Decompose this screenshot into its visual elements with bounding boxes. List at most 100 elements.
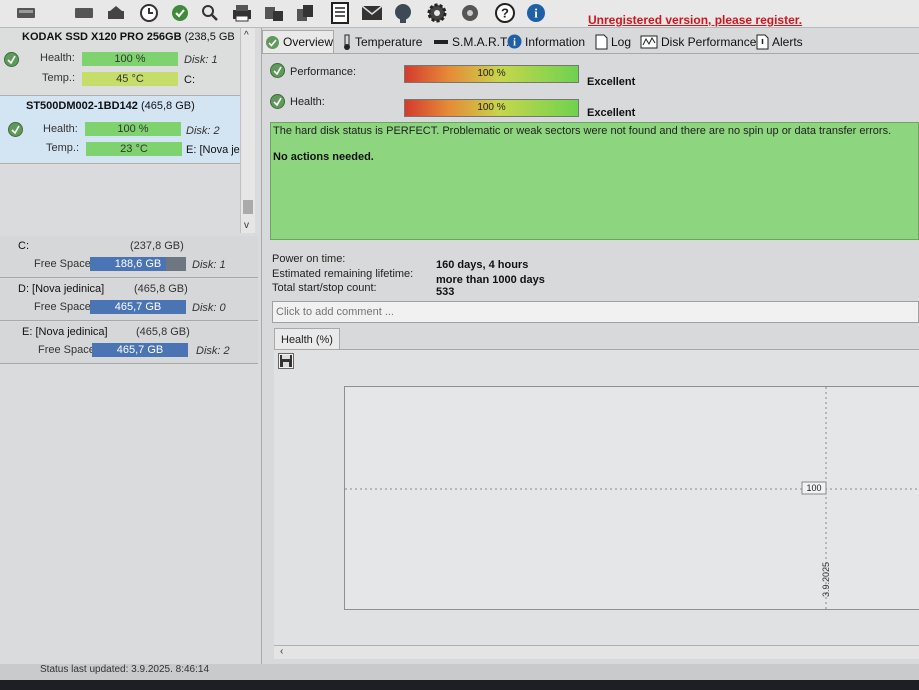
- free-space-label: Free Space: [34, 258, 91, 270]
- volume-disk: Disk: 2: [196, 345, 230, 357]
- mail-icon[interactable]: [360, 2, 384, 24]
- taskbar: [0, 680, 919, 690]
- disk-icon[interactable]: [14, 2, 38, 24]
- free-space-value: 465,7 GB: [116, 344, 164, 356]
- disk-card-selected[interactable]: ST500DM002-1BD142 (465,8 GB) Health: 100…: [0, 96, 240, 164]
- tab-alerts[interactable]: Alerts: [754, 30, 803, 53]
- tab-smart[interactable]: S.M.A.R.T.: [431, 30, 509, 53]
- temp-bar: 23 °C: [86, 142, 182, 156]
- settings-icon[interactable]: [458, 2, 482, 24]
- check-icon: [265, 35, 280, 50]
- thermometer-icon: [342, 34, 352, 50]
- lifetime-value: more than 1000 days: [436, 274, 545, 286]
- health-bar: 100 %: [82, 52, 178, 66]
- chevron-left-icon[interactable]: ‹: [280, 646, 283, 657]
- tab-label: Temperature: [355, 34, 423, 49]
- tools-icon[interactable]: [262, 2, 286, 24]
- search-icon[interactable]: [198, 2, 222, 24]
- volume-card[interactable]: E: [Nova jedinica] (465,8 GB) Free Space…: [0, 322, 258, 364]
- check-icon[interactable]: [168, 2, 192, 24]
- graph-scrollbar[interactable]: ‹: [274, 645, 919, 659]
- tab-label: Alerts: [772, 34, 803, 49]
- volume-size: (237,8 GB): [130, 240, 184, 252]
- ok-icon: [8, 122, 23, 137]
- clock-icon[interactable]: [137, 2, 161, 24]
- comment-input[interactable]: [272, 301, 919, 323]
- chevron-up-icon[interactable]: ^: [244, 30, 249, 41]
- chevron-down-icon[interactable]: v: [244, 220, 249, 231]
- power-on-label: Power on time:: [272, 253, 346, 265]
- volume-name: E: [Nova jedinica]: [22, 326, 108, 338]
- temp-label: Temp.:: [42, 72, 76, 84]
- save-icon[interactable]: [278, 353, 294, 369]
- temp-label: Temp.:: [46, 142, 80, 154]
- ok-icon: [270, 94, 285, 109]
- x-tick-label: 3.9.2025: [821, 562, 831, 597]
- toolbar: ? i Unregistered version, please registe…: [0, 0, 919, 28]
- disk-size: (465,8 GB): [140, 100, 195, 112]
- refresh-icon[interactable]: [104, 2, 128, 24]
- document-icon: [595, 34, 608, 50]
- temp-bar: 45 °C: [82, 72, 178, 86]
- list-icon[interactable]: [328, 2, 352, 24]
- disk-card[interactable]: KODAK SSD X120 PRO 256GB (238,5 GB Healt…: [0, 28, 240, 96]
- svg-text:i: i: [534, 6, 538, 21]
- tab-label: Information: [525, 34, 586, 49]
- alert-icon: [756, 34, 769, 50]
- mount-point: C:: [184, 74, 195, 86]
- tab-label: Overview: [283, 35, 334, 49]
- health-label: Health:: [43, 123, 78, 135]
- performance-rating: Excellent: [587, 76, 636, 88]
- disk-size: (238,5 GB: [184, 31, 235, 43]
- help-icon[interactable]: ?: [493, 2, 517, 24]
- start-stop-value: 533: [436, 286, 455, 298]
- volume-card[interactable]: D: [Nova jedinica] (465,8 GB) Free Space…: [0, 279, 258, 321]
- disk-number: Disk: 2: [186, 125, 220, 137]
- smart-icon: [433, 37, 449, 47]
- volume-size: (465,8 GB): [134, 283, 188, 295]
- free-space-label: Free Space: [38, 344, 95, 356]
- right-panel: Overview Temperature S.M.A.R.T. i Inform…: [262, 28, 919, 664]
- disk-name: KODAK SSD X120 PRO 256GB: [22, 31, 182, 43]
- disk-icon[interactable]: [72, 2, 96, 24]
- status-message-box: The hard disk status is PERFECT. Problem…: [270, 122, 919, 240]
- lifetime-label: Estimated remaining lifetime:: [272, 268, 414, 280]
- health-bar: 100 %: [404, 99, 579, 117]
- tab-temperature[interactable]: Temperature: [340, 30, 422, 53]
- free-space-bar: 465,7 GB: [90, 300, 186, 314]
- tab-disk-performance[interactable]: Disk Performance: [638, 30, 756, 53]
- free-space-value: 465,7 GB: [114, 301, 162, 313]
- health-label: Health:: [40, 52, 75, 64]
- volume-card[interactable]: C: (237,8 GB) Free Space 188,6 GB Disk: …: [0, 236, 258, 278]
- disk-number: Disk: 1: [184, 54, 218, 66]
- unregistered-link[interactable]: Unregistered version, please register.: [588, 13, 802, 27]
- health-label: Health:: [290, 96, 325, 108]
- tab-log[interactable]: Log: [593, 30, 631, 53]
- globe-icon[interactable]: [391, 2, 415, 24]
- tab-health-graph[interactable]: Health (%): [274, 328, 340, 350]
- left-panel: KODAK SSD X120 PRO 256GB (238,5 GB Healt…: [0, 28, 262, 664]
- info-icon: i: [507, 34, 522, 49]
- graph-area: 100 100 3.9.2025: [274, 349, 919, 645]
- tab-label: Log: [611, 34, 632, 49]
- copy-icon[interactable]: [293, 2, 317, 24]
- disk-title: ST500DM002-1BD142 (465,8 GB): [26, 100, 195, 112]
- disk-list-scrollbar[interactable]: ^ v: [240, 28, 255, 233]
- performance-label: Performance:: [290, 66, 357, 78]
- info-icon[interactable]: i: [524, 2, 548, 24]
- performance-bar: 100 %: [404, 65, 579, 83]
- disk-title: KODAK SSD X120 PRO 256GB (238,5 GB: [22, 31, 235, 43]
- scroll-thumb[interactable]: [243, 200, 253, 214]
- volume-disk: Disk: 0: [192, 302, 226, 314]
- printer-icon[interactable]: [230, 2, 254, 24]
- tab-overview[interactable]: Overview: [262, 30, 334, 53]
- gear-icon[interactable]: [425, 2, 449, 24]
- volume-name: D: [Nova jedinica]: [18, 283, 105, 295]
- health-plot: 100 100 3.9.2025: [344, 386, 919, 611]
- volume-size: (465,8 GB): [136, 326, 190, 338]
- status-message: The hard disk status is PERFECT. Problem…: [273, 125, 892, 137]
- health-rating: Excellent: [587, 107, 636, 119]
- status-action: No actions needed.: [273, 151, 374, 163]
- tab-information[interactable]: i Information: [505, 30, 585, 53]
- free-space-bar: 188,6 GB: [90, 257, 186, 271]
